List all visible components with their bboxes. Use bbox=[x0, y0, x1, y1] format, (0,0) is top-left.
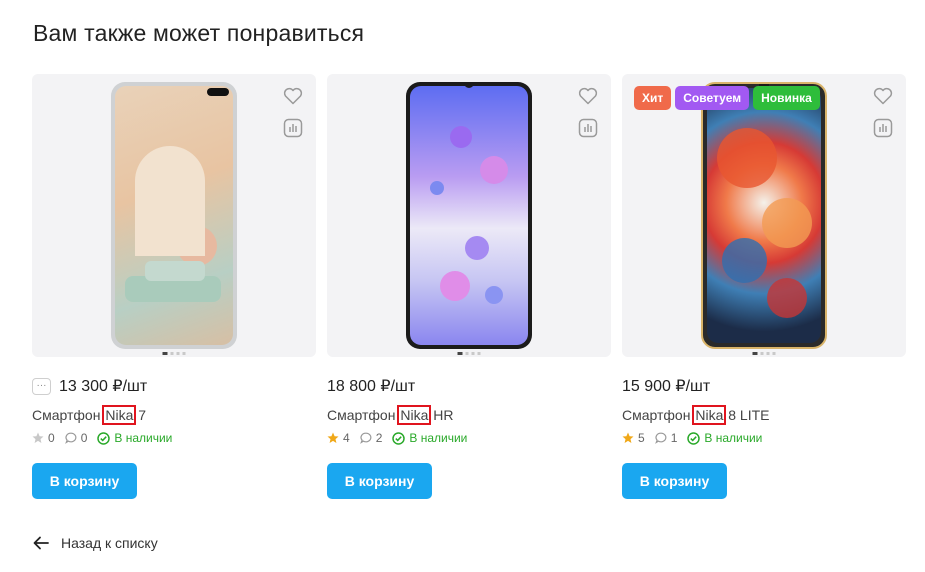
product-name[interactable]: Смартфон Nika 8 LITE bbox=[622, 405, 770, 425]
meta-row: 0 0 В наличии bbox=[32, 431, 182, 445]
add-to-cart-button[interactable]: В корзину bbox=[622, 463, 727, 499]
name-highlight: Nika bbox=[692, 405, 727, 425]
comment-icon bbox=[654, 432, 667, 444]
phone-image bbox=[701, 82, 827, 349]
name-suffix: 7 bbox=[134, 407, 147, 423]
phone-image bbox=[111, 82, 237, 349]
image-pager[interactable] bbox=[457, 352, 481, 355]
meta-row: 5 1 В наличии bbox=[622, 431, 772, 445]
name-highlight: Nika bbox=[102, 405, 137, 425]
badge-group: Хит Советуем Новинка bbox=[634, 86, 820, 110]
product-image[interactable] bbox=[327, 74, 611, 357]
price-row: 18 800 ₽/шт bbox=[327, 376, 415, 396]
rating: 0 bbox=[48, 431, 55, 445]
product-name[interactable]: Смартфон Nika HR bbox=[327, 405, 454, 425]
stock-status: В наличии bbox=[114, 431, 173, 445]
comments-count: 1 bbox=[670, 431, 678, 445]
price-row: 15 900 ₽/шт bbox=[622, 376, 710, 396]
badge-new: Новинка bbox=[753, 86, 820, 110]
name-suffix: 8 LITE bbox=[724, 407, 770, 423]
name-highlight: Nika bbox=[397, 405, 432, 425]
star-icon bbox=[622, 432, 634, 443]
back-to-list-link[interactable]: Назад к списку bbox=[33, 535, 158, 551]
stock-status: В наличии bbox=[704, 431, 763, 445]
star-icon bbox=[32, 432, 44, 443]
back-link-label: Назад к списку bbox=[61, 535, 158, 551]
name-suffix: HR bbox=[429, 407, 454, 423]
product-name[interactable]: Смартфон Nika 7 bbox=[32, 405, 147, 425]
name-prefix: Смартфон bbox=[622, 407, 695, 423]
price-row: ··· 13 300 ₽/шт bbox=[32, 376, 147, 396]
rating: 5 bbox=[638, 431, 645, 445]
comments-count: 2 bbox=[375, 431, 383, 445]
page-title: Вам также может понравиться bbox=[33, 20, 365, 46]
add-to-cart-button[interactable]: В корзину bbox=[32, 463, 137, 499]
compare-icon[interactable] bbox=[282, 117, 304, 139]
price: 13 300 ₽/шт bbox=[59, 378, 148, 395]
ellipsis-icon[interactable]: ··· bbox=[32, 377, 51, 395]
compare-icon[interactable] bbox=[872, 117, 894, 139]
product-card[interactable]: 18 800 ₽/шт Смартфон Nika HR 4 2 В налич… bbox=[327, 74, 611, 499]
image-pager[interactable] bbox=[162, 352, 186, 355]
heart-icon[interactable] bbox=[577, 85, 599, 107]
comment-icon bbox=[359, 432, 372, 444]
compare-icon[interactable] bbox=[577, 117, 599, 139]
check-circle-icon bbox=[392, 431, 406, 445]
check-circle-icon bbox=[97, 431, 111, 445]
price: 15 900 ₽/шт bbox=[622, 378, 711, 395]
name-prefix: Смартфон bbox=[32, 407, 105, 423]
comment-icon bbox=[64, 432, 77, 444]
name-prefix: Смартфон bbox=[327, 407, 400, 423]
product-card[interactable]: ··· 13 300 ₽/шт Смартфон Nika 7 0 0 В на… bbox=[32, 74, 316, 499]
badge-recommended: Советуем bbox=[675, 86, 750, 110]
star-icon bbox=[327, 432, 339, 443]
comments-count: 0 bbox=[80, 431, 88, 445]
phone-image bbox=[406, 82, 532, 349]
heart-icon[interactable] bbox=[282, 85, 304, 107]
product-card[interactable]: Хит Советуем Новинка 15 900 ₽/шт Смартфо… bbox=[622, 74, 906, 499]
rating: 4 bbox=[343, 431, 350, 445]
product-image[interactable]: Хит Советуем Новинка bbox=[622, 74, 906, 357]
badge-hit: Хит bbox=[634, 86, 672, 110]
meta-row: 4 2 В наличии bbox=[327, 431, 477, 445]
heart-icon[interactable] bbox=[872, 85, 894, 107]
stock-status: В наличии bbox=[409, 431, 468, 445]
check-circle-icon bbox=[687, 431, 701, 445]
price: 18 800 ₽/шт bbox=[327, 378, 416, 395]
product-image[interactable] bbox=[32, 74, 316, 357]
add-to-cart-button[interactable]: В корзину bbox=[327, 463, 432, 499]
arrow-left-icon bbox=[33, 536, 49, 550]
image-pager[interactable] bbox=[752, 352, 776, 355]
